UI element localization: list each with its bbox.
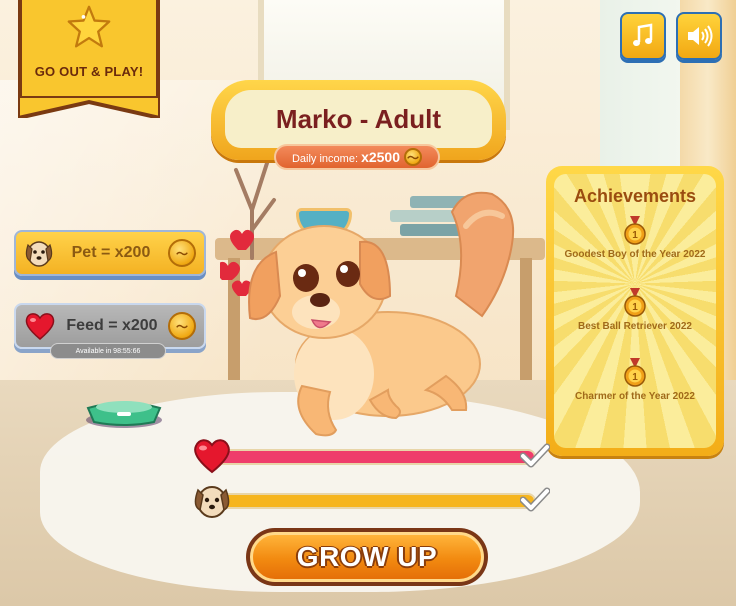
income-value: x2500	[361, 149, 401, 165]
grow-up-button-face: GROW UP	[250, 532, 484, 582]
daily-income-badge: Daily income: x2500	[274, 144, 440, 170]
coin-icon	[404, 148, 423, 166]
coin-icon	[168, 312, 196, 340]
love-bar-fill	[218, 451, 534, 463]
heart-icon	[25, 313, 55, 340]
feed-action-label: Feed = x200	[66, 317, 158, 334]
sound-button[interactable]	[676, 12, 722, 60]
achievement-item: 1 Charmer of the Year 2022	[546, 358, 724, 403]
speaker-icon	[688, 25, 713, 47]
achievement-item: 1 Best Ball Retriever 2022	[546, 288, 724, 333]
achievements-title: Achievements	[573, 186, 697, 206]
medal-icon: 1	[624, 216, 646, 245]
checkmark-icon	[520, 487, 550, 512]
heart-icon	[194, 439, 230, 474]
star-icon	[67, 5, 111, 48]
happiness-bar-fill	[218, 495, 534, 507]
coin-icon	[168, 239, 196, 267]
dog-face-icon	[25, 241, 53, 267]
grow-up-button[interactable]: GROW UP	[246, 528, 488, 586]
feed-availability-timer: Available in 98:55:66	[50, 343, 166, 359]
dog-character[interactable]	[220, 186, 540, 446]
svg-text:1: 1	[632, 302, 638, 313]
svg-text:1: 1	[632, 372, 638, 383]
pet-action-button[interactable]: Pet = x200	[14, 230, 206, 276]
grow-up-label: GROW UP	[296, 541, 438, 572]
pet-name-title: Marko - Adult	[275, 103, 442, 134]
medal-icon: 1	[624, 358, 646, 387]
music-button[interactable]	[620, 12, 666, 60]
achievement-text: Goodest Boy of the Year 2022	[564, 249, 706, 260]
achievement-text: Charmer of the Year 2022	[575, 391, 695, 402]
svg-text:1: 1	[632, 230, 638, 241]
achievement-item: 1 Goodest Boy of the Year 2022	[546, 216, 724, 261]
plate-inner: Marko - Adult	[225, 90, 492, 148]
music-note-icon	[633, 23, 653, 46]
food-bowl	[86, 401, 162, 428]
love-hearts	[220, 229, 254, 296]
banner-label: GO OUT & PLAY!	[34, 64, 144, 79]
medal-icon: 1	[624, 288, 646, 317]
go-out-and-play-banner[interactable]: GO OUT & PLAY!	[18, 0, 160, 118]
happiness-stat-bar	[192, 480, 552, 520]
banner-tail	[18, 96, 160, 118]
checkmark-icon	[520, 443, 550, 468]
happiness-bar-track	[216, 493, 536, 509]
love-bar-track	[216, 449, 536, 465]
achievement-text: Best Ball Retriever 2022	[578, 321, 692, 332]
love-stat-bar	[192, 436, 552, 476]
dog-face-icon	[194, 486, 230, 518]
income-label: Daily income:	[291, 153, 359, 165]
achievements-panel: Achievements 1 Goodest Boy of the Year 2…	[546, 166, 724, 456]
pet-action-label: Pet = x200	[71, 244, 151, 261]
